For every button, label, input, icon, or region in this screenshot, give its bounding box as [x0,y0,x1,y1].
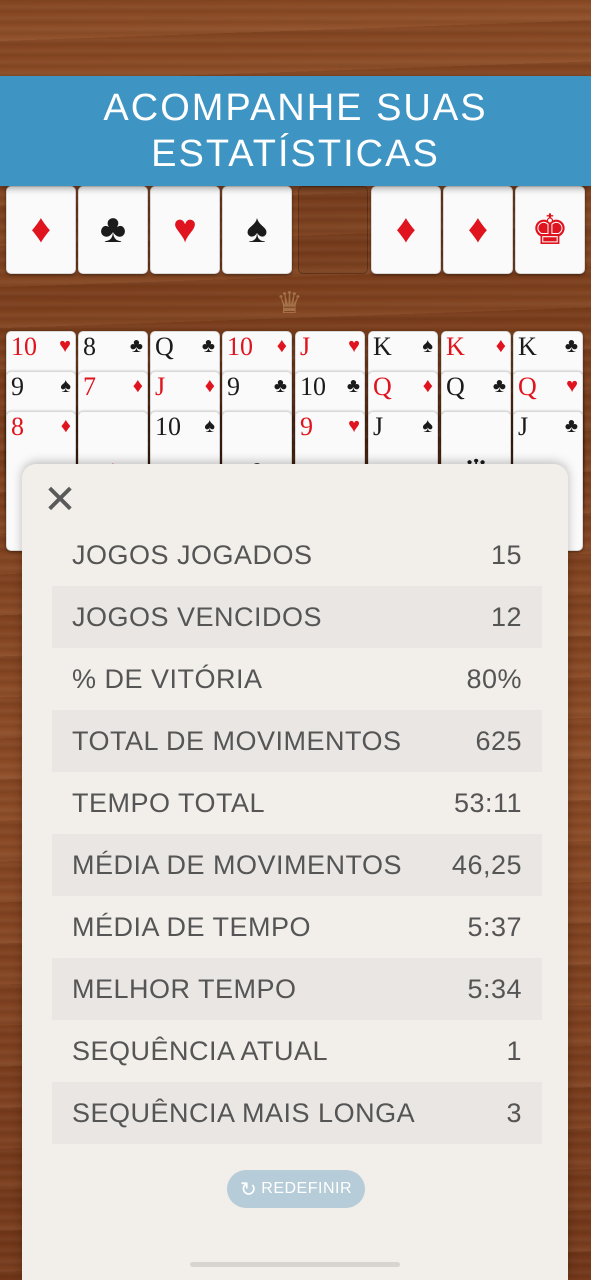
card-suit-icon: ♣ [129,335,143,357]
card-suit-icon: ♦ [204,375,215,397]
stat-value: 80% [466,663,522,694]
card-rank: 10 [155,412,181,441]
card-rank: J [155,372,166,401]
banner-title-line1: ACOMPANHE SUAS [103,87,488,129]
heart-icon: ♥ [173,207,197,251]
card-suit-icon: ♣ [201,335,215,357]
card-rank: K [518,332,537,361]
card-suit-icon: ♥ [348,415,360,437]
card-suit-icon: ♣ [492,375,506,397]
stat-value: 53:11 [453,787,522,818]
stat-label: JOGOS JOGADOS [72,539,313,570]
stat-row: TEMPO TOTAL 53:11 [52,772,542,834]
reset-button-label: REDEFINIR [261,1180,352,1197]
foundation-card[interactable]: ♦ [6,186,76,274]
card-suit-icon: ♠ [60,375,71,397]
card-suit-icon: ♥ [348,335,360,357]
card-suit-icon: ♣ [564,335,578,357]
card-suit-icon: ♣ [273,375,287,397]
empty-slot[interactable] [298,186,368,274]
stat-label: TEMPO TOTAL [72,787,266,818]
card-rank: 10 [11,332,37,361]
stat-row: SEQUÊNCIA ATUAL 1 [52,1020,542,1082]
card-rank: K [373,332,392,361]
stat-value: 5:37 [467,911,522,942]
crown-icon: ♛ [276,287,303,320]
stat-value: 46,25 [451,849,522,880]
card-suit-icon: ♦ [495,335,506,357]
home-indicator [190,1262,400,1267]
card-rank: 9 [227,372,240,401]
stat-row: SEQUÊNCIA MAIS LONGA 3 [52,1082,542,1144]
card-rank: 8 [11,412,24,441]
foundation-card[interactable]: ♣ [78,186,148,274]
stat-row: % DE VITÓRIA 80% [52,648,542,710]
stat-value: 5:34 [467,973,522,1004]
card-rank: 10 [300,372,326,401]
card-suit-icon: ♣ [564,415,578,437]
card-rank: Q [518,372,537,401]
stat-value: 3 [506,1097,522,1128]
stats-list: JOGOS JOGADOS 15 JOGOS VENCIDOS 12 % DE VI… [52,524,542,1144]
card-rank: 8 [83,332,96,361]
card-suit-icon: ♥ [59,335,71,357]
stat-value: 625 [475,725,522,756]
stat-row: JOGOS JOGADOS 15 [52,524,542,586]
card-suit-icon: ♦ [422,375,433,397]
stat-value: 12 [490,601,522,632]
card-rank: J [300,332,311,361]
club-icon: ♣ [99,207,127,251]
stat-value: 15 [490,539,522,570]
stat-row: JOGOS VENCIDOS 12 [52,586,542,648]
card-suit-icon: ♦ [60,415,71,437]
stat-label: TOTAL DE MOVIMENTOS [72,725,402,756]
card-rank: 9 [11,372,24,401]
stat-label: MÉDIA DE MOVIMENTOS [72,849,403,880]
card-rank: 7 [83,372,96,401]
stat-label: SEQUÊNCIA ATUAL [72,1035,329,1066]
stat-row: MÉDIA DE TEMPO 5:37 [52,896,542,958]
foundation-card[interactable]: ♚ [515,186,585,274]
promo-banner: ACOMPANHE SUAS ESTATÍSTICAS [0,76,591,186]
card-rank: 10 [227,332,253,361]
card-rank: Q [373,372,392,401]
card-rank: J [373,412,384,441]
foundation-card[interactable]: ♥ [150,186,220,274]
foundation-card[interactable]: ♦ [371,186,441,274]
banner-title-line2: ESTATÍSTICAS [151,133,440,175]
card-suit-icon: ♦ [276,335,287,357]
card-rank: Q [446,372,465,401]
stat-label: MELHOR TEMPO [72,973,297,1004]
card-suit-icon: ♠ [422,415,433,437]
foundation-card[interactable]: ♠ [222,186,292,274]
card-rank: K [446,332,465,361]
foundation-card[interactable]: ♦ [443,186,513,274]
card-suit-icon: ♥ [566,375,578,397]
card-rank: J [518,412,529,441]
card-rank: 9 [300,412,313,441]
card-suit-icon: ♣ [346,375,360,397]
diamond-icon: ♦ [467,207,489,251]
stat-label: JOGOS VENCIDOS [72,601,323,632]
stat-value: 1 [506,1035,522,1066]
statistics-panel: ✕ JOGOS JOGADOS 15 JOGOS VENCIDOS 12 % DE … [22,464,568,1280]
reset-button[interactable]: ↻ REDEFINIR [227,1170,365,1208]
card-suit-icon: ♠ [204,415,215,437]
king-face-icon: ♚ [531,206,569,253]
stat-row: TOTAL DE MOVIMENTOS 625 [52,710,542,772]
refresh-icon: ↻ [240,1178,258,1201]
spade-icon: ♠ [246,207,268,251]
diamond-icon: ♦ [395,207,417,251]
diamond-icon: ♦ [30,207,52,251]
stat-row: MÉDIA DE MOVIMENTOS 46,25 [52,834,542,896]
card-suit-icon: ♦ [132,375,143,397]
stat-row: MELHOR TEMPO 5:34 [52,958,542,1020]
stat-label: % DE VITÓRIA [72,663,263,694]
close-icon[interactable]: ✕ [42,480,78,520]
card-suit-icon: ♠ [422,335,433,357]
stat-label: MÉDIA DE TEMPO [72,911,312,942]
card-rank: Q [155,332,174,361]
stat-label: SEQUÊNCIA MAIS LONGA [72,1097,416,1128]
